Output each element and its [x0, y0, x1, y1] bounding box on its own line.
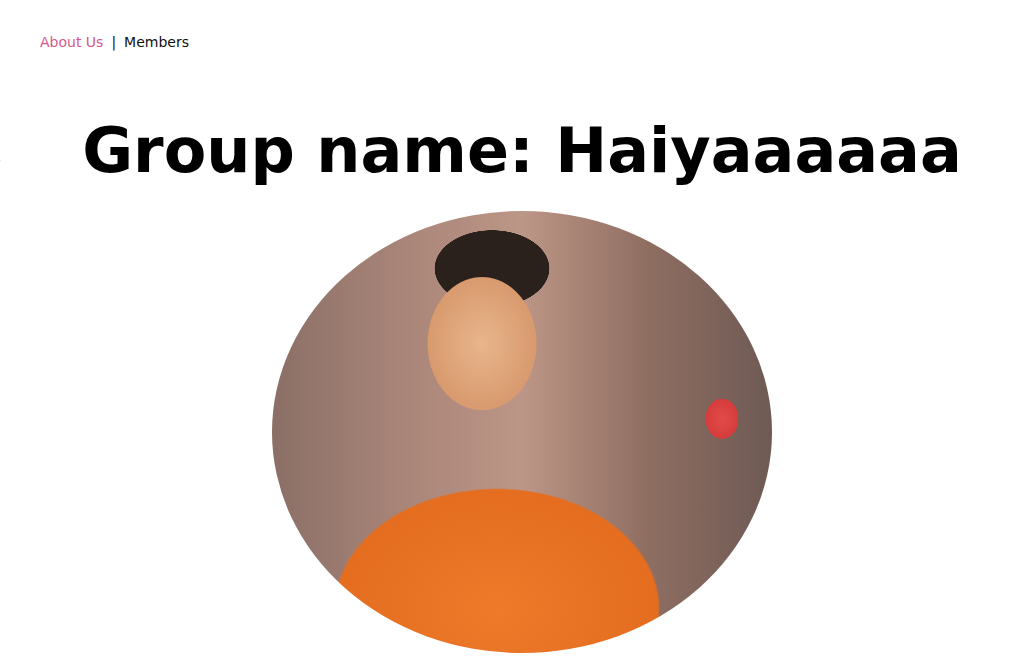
page: About Us | Members Group name: Haiyaaaaaa [0, 0, 1024, 670]
nav-link[interactable]: Members [124, 33, 189, 51]
photo-row [0, 211, 1024, 653]
nav-bar: About Us | Members [0, 0, 1024, 51]
nav-link[interactable]: About Us [40, 33, 103, 51]
group-heading: Group name: Haiyaaaaaa [0, 113, 1024, 189]
nav-separator: | [111, 33, 116, 51]
group-photo [272, 211, 772, 653]
